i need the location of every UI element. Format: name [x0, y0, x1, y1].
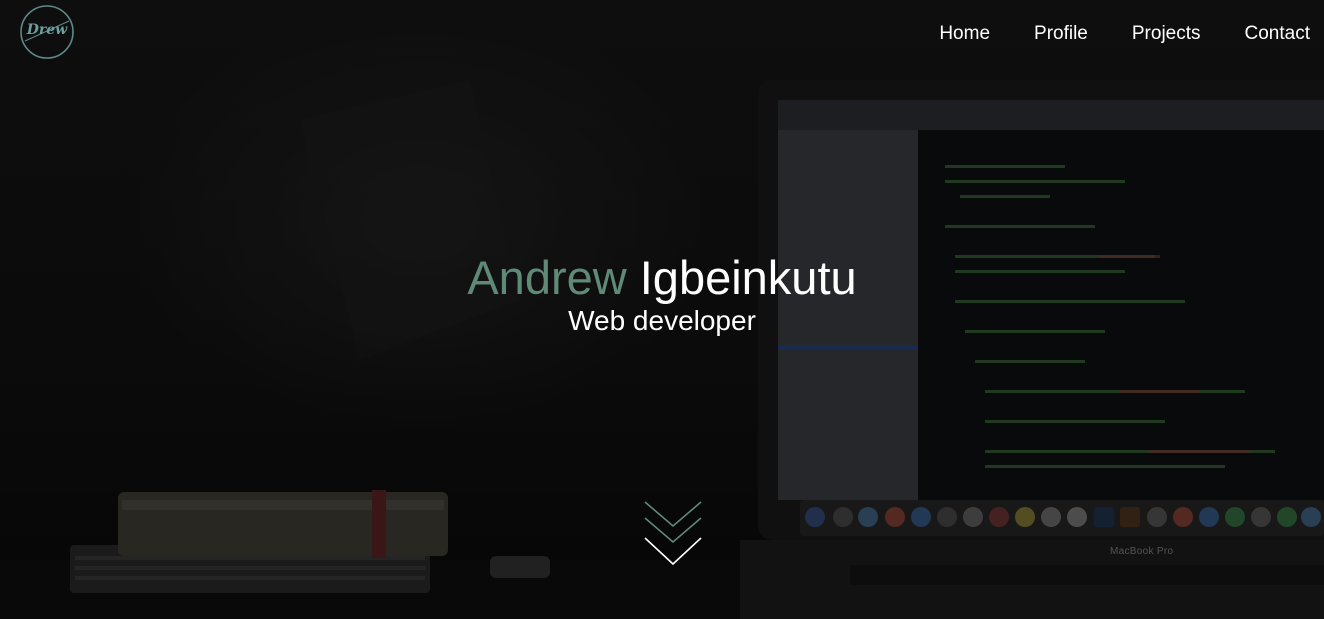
laptop-brand-label: MacBook Pro	[1110, 546, 1174, 557]
chevron-double-down-icon[interactable]	[643, 500, 703, 568]
nav-item-contact[interactable]: Contact	[1245, 22, 1310, 46]
first-name: Andrew	[467, 251, 627, 304]
nav-item-profile[interactable]: Profile	[1034, 22, 1088, 46]
drew-logo-icon[interactable]: Drew	[19, 4, 75, 60]
logo-text: Drew	[26, 22, 68, 38]
nav-item-home[interactable]: Home	[939, 22, 990, 46]
hero-name: Andrew Igbeinkutu	[0, 250, 1324, 306]
hero-subtitle: Web developer	[568, 305, 756, 336]
last-name: Igbeinkutu	[639, 251, 857, 304]
nav-item-projects[interactable]: Projects	[1132, 22, 1201, 46]
hero-section: MacBook Pro Drew Home Profile Projects C…	[0, 0, 1324, 619]
hero-title-block: Andrew Igbeinkutu Web developer	[0, 250, 1324, 338]
main-nav: Home Profile Projects Contact	[939, 22, 1310, 46]
